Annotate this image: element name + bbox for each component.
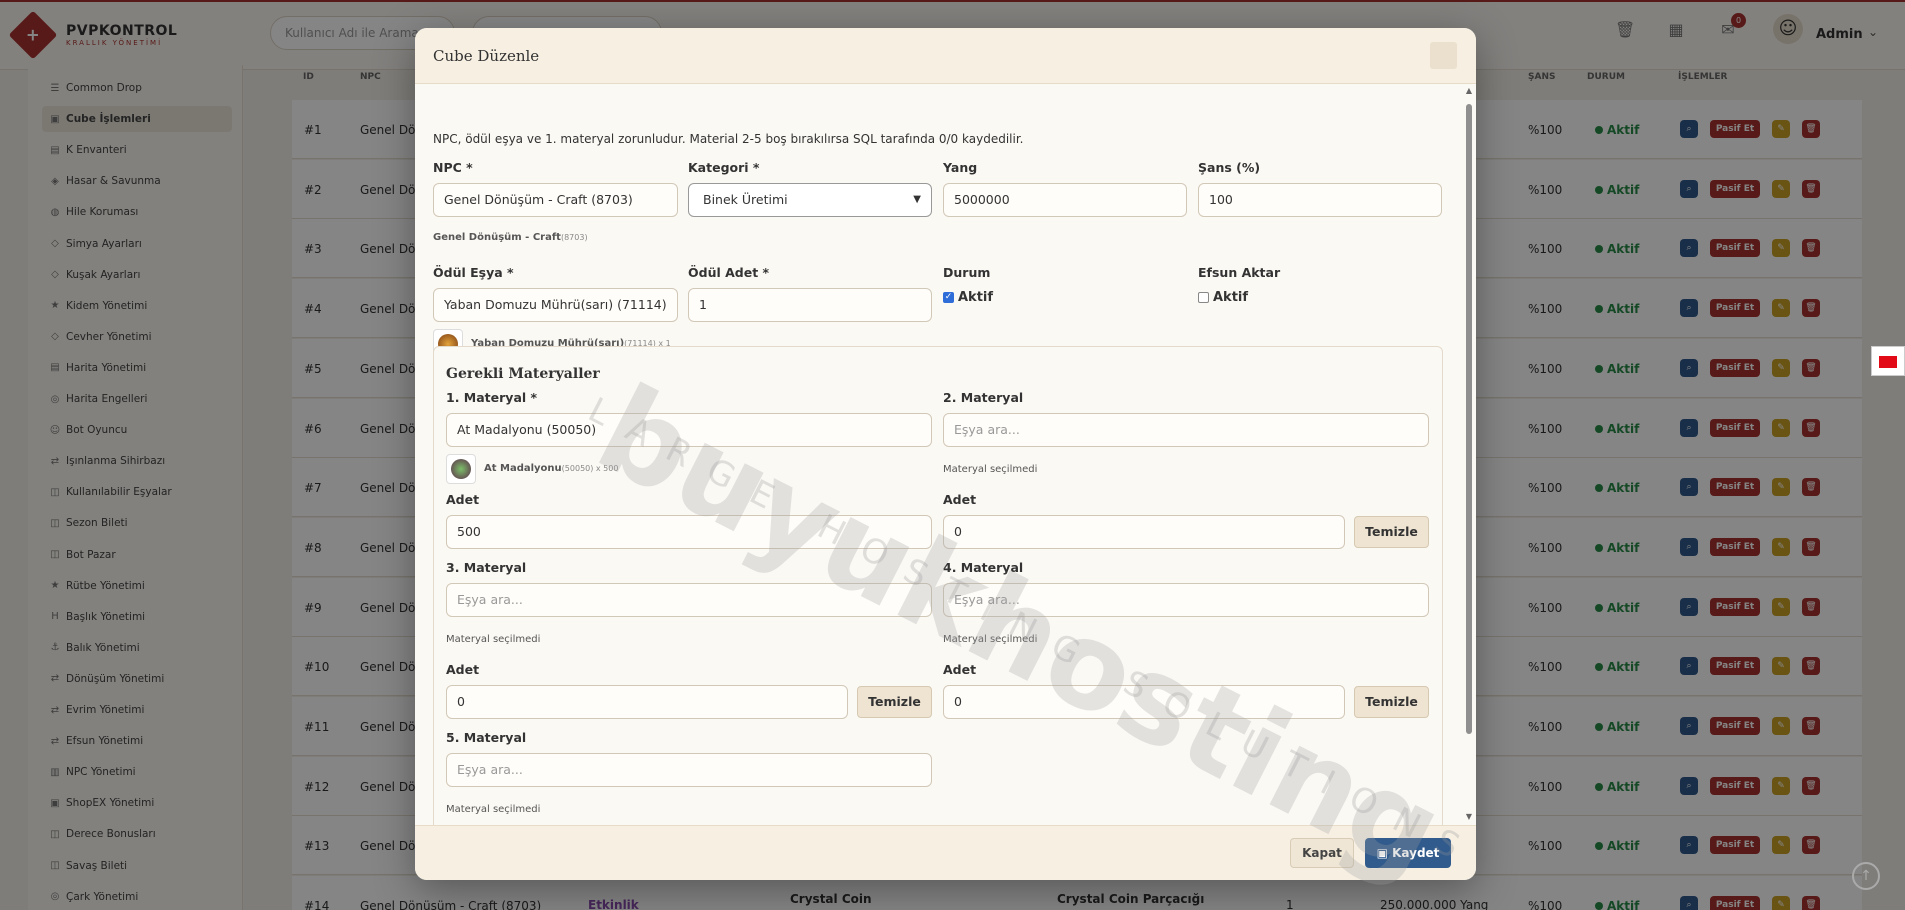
kategori-select[interactable]: Binek Üretimi ▼ <box>688 183 932 217</box>
efsun-checkbox-label: Aktif <box>1213 290 1249 305</box>
npc-field[interactable]: Genel Dönüşüm - Craft (8703) <box>433 183 678 217</box>
kategori-label: Kategori * <box>688 160 760 175</box>
scroll-down-icon[interactable]: ▼ <box>1465 812 1473 821</box>
m4-field[interactable]: Eşya ara... <box>943 583 1429 617</box>
chevron-down-icon: ▼ <box>913 194 921 205</box>
save-icon: ▣ <box>1376 846 1393 860</box>
durum-checkbox-label: Aktif <box>958 290 994 305</box>
kaydet-label: Kaydet <box>1392 846 1440 860</box>
m4-hint: Materyal seçilmedi <box>943 634 1038 645</box>
m5-label: 5. Materyal <box>446 730 527 745</box>
efsun-checkbox[interactable]: Aktif <box>1198 290 1248 305</box>
sans-label: Şans (%) <box>1198 160 1261 175</box>
checkbox-empty-icon <box>1198 292 1209 303</box>
odul-esya-label: Ödül Eşya * <box>433 265 514 280</box>
scroll-up-icon[interactable]: ▲ <box>1465 86 1473 95</box>
npc-label: NPC * <box>433 160 473 175</box>
sans-field[interactable]: 100 <box>1198 183 1442 217</box>
m3-field[interactable]: Eşya ara... <box>446 583 932 617</box>
m2-label: 2. Materyal <box>943 390 1024 405</box>
m2-adet-field[interactable]: 0 <box>943 515 1345 549</box>
m4-adet-field[interactable]: 0 <box>943 685 1345 719</box>
m1-hint: At Madalyonu(50050) x 500 <box>484 463 619 474</box>
m1-adet-label: Adet <box>446 492 480 507</box>
yang-label: Yang <box>943 160 978 175</box>
m3-adet-label: Adet <box>446 662 480 677</box>
checkbox-checked-icon: ✓ <box>943 292 954 303</box>
durum-checkbox[interactable]: ✓ Aktif <box>943 290 993 305</box>
modal-footer: Kapat ▣ Kaydet <box>415 825 1476 880</box>
m1-item-icon <box>446 454 476 484</box>
form-info-text: NPC, ödül eşya ve 1. materyal zorunludur… <box>433 132 1024 146</box>
m4-adet-label: Adet <box>943 662 977 677</box>
scroll-top-icon[interactable]: ↑ <box>1852 862 1880 890</box>
m4-temizle-button[interactable]: Temizle <box>1354 686 1429 718</box>
cube-edit-modal: Cube Düzenle NPC, ödül eşya ve 1. matery… <box>415 28 1476 880</box>
kaydet-button[interactable]: ▣ Kaydet <box>1365 838 1451 868</box>
m2-adet-label: Adet <box>943 492 977 507</box>
m5-field[interactable]: Eşya ara... <box>446 753 932 787</box>
m1-field[interactable]: At Madalyonu (50050) <box>446 413 932 447</box>
m3-adet-field[interactable]: 0 <box>446 685 848 719</box>
m4-label: 4. Materyal <box>943 560 1024 575</box>
durum-label: Durum <box>943 265 991 280</box>
m5-hint: Materyal seçilmedi <box>446 804 541 815</box>
modal-scrollbar[interactable]: ▲ ▼ <box>1463 84 1475 824</box>
m3-label: 3. Materyal <box>446 560 527 575</box>
scrollbar-thumb[interactable] <box>1466 104 1472 734</box>
materials-title: Gerekli Materyaller <box>446 366 600 382</box>
close-button[interactable] <box>1430 42 1457 69</box>
npc-hint: Genel Dönüşüm - Craft(8703) <box>433 232 588 243</box>
m1-label: 1. Materyal * <box>446 390 538 405</box>
modal-body: NPC, ödül eşya ve 1. materyal zorunludur… <box>415 84 1476 854</box>
m1-adet-field[interactable]: 500 <box>446 515 932 549</box>
language-flag-icon[interactable] <box>1871 346 1905 376</box>
modal-title: Cube Düzenle <box>433 47 540 65</box>
m3-temizle-button[interactable]: Temizle <box>857 686 932 718</box>
modal-header: Cube Düzenle <box>415 28 1476 84</box>
kapat-button[interactable]: Kapat <box>1290 838 1354 868</box>
m2-hint: Materyal seçilmedi <box>943 464 1038 475</box>
yang-field[interactable]: 5000000 <box>943 183 1187 217</box>
m3-hint: Materyal seçilmedi <box>446 634 541 645</box>
odul-esya-field[interactable]: Yaban Domuzu Mührü(sarı) (71114) <box>433 288 678 322</box>
odul-adet-field[interactable]: 1 <box>688 288 932 322</box>
kategori-selected-value: Binek Üretimi <box>703 192 788 207</box>
m2-field[interactable]: Eşya ara... <box>943 413 1429 447</box>
odul-adet-label: Ödül Adet * <box>688 265 770 280</box>
efsun-label: Efsun Aktar <box>1198 265 1281 280</box>
m2-temizle-button[interactable]: Temizle <box>1354 516 1429 548</box>
